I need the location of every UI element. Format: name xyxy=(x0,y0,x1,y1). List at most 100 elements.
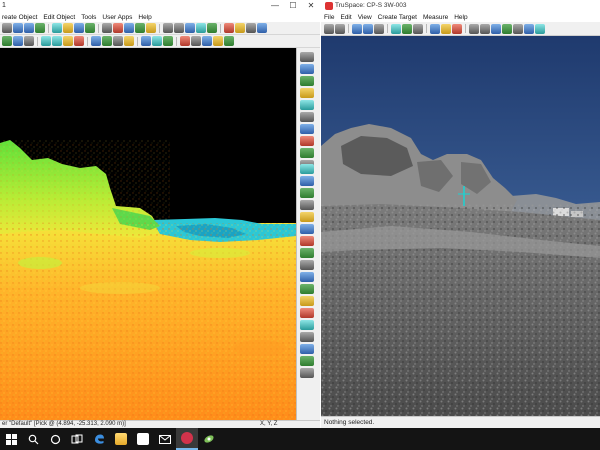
side-toolbar-button[interactable] xyxy=(300,64,314,74)
side-toolbar-button[interactable] xyxy=(300,124,314,134)
toolbar-button[interactable] xyxy=(113,23,123,33)
toolbar-button[interactable] xyxy=(246,23,256,33)
file-explorer-icon[interactable] xyxy=(110,428,132,450)
side-toolbar-button[interactable] xyxy=(300,236,314,246)
menu-view[interactable]: View xyxy=(358,14,372,21)
toolbar-button[interactable] xyxy=(185,23,195,33)
menu-help[interactable]: Help xyxy=(138,14,151,21)
side-toolbar-button[interactable] xyxy=(300,188,314,198)
toolbar-button[interactable] xyxy=(152,36,162,46)
side-toolbar-button[interactable] xyxy=(300,344,314,354)
toolbar-button[interactable] xyxy=(163,23,173,33)
toolbar-button[interactable] xyxy=(174,23,184,33)
toolbar-button[interactable] xyxy=(102,23,112,33)
select-arrow-icon[interactable] xyxy=(469,23,479,34)
toolbar-button[interactable] xyxy=(74,36,84,46)
side-toolbar-button[interactable] xyxy=(300,356,314,366)
menu-edit-object[interactable]: Edit Object xyxy=(43,14,75,21)
close-button[interactable]: ✕ xyxy=(302,0,320,12)
toolbar-button[interactable] xyxy=(2,23,12,33)
toolbar-button[interactable] xyxy=(124,36,134,46)
search-icon[interactable] xyxy=(22,428,44,450)
toolbar-button[interactable] xyxy=(513,23,523,34)
side-toolbar-button[interactable] xyxy=(300,320,314,330)
toolbar-button[interactable] xyxy=(480,23,490,34)
side-toolbar-button[interactable] xyxy=(300,248,314,258)
toolbar-button[interactable] xyxy=(124,23,134,33)
maximize-button[interactable]: ☐ xyxy=(284,0,302,12)
toolbar-button[interactable] xyxy=(63,23,73,33)
toolbar-button[interactable] xyxy=(35,23,45,33)
toolbar-button[interactable] xyxy=(207,23,217,33)
redo-icon[interactable] xyxy=(335,23,345,34)
toolbar-button[interactable] xyxy=(52,23,62,33)
side-toolbar-button[interactable] xyxy=(300,368,314,378)
toolbar-button[interactable] xyxy=(13,23,23,33)
toolbar-button[interactable] xyxy=(74,23,84,33)
side-toolbar-button[interactable] xyxy=(300,76,314,86)
side-toolbar-button[interactable] xyxy=(300,164,314,174)
undo-icon[interactable] xyxy=(324,23,334,34)
toolbar-button[interactable] xyxy=(535,23,545,34)
menu-user-apps[interactable]: User Apps xyxy=(102,14,132,21)
side-toolbar-button[interactable] xyxy=(300,136,314,146)
cortana-icon[interactable] xyxy=(44,428,66,450)
toolbar-button[interactable] xyxy=(85,23,95,33)
point-cloud-viewport[interactable] xyxy=(0,48,296,420)
toolbar-button[interactable] xyxy=(41,36,51,46)
toolbar-button[interactable] xyxy=(391,23,401,34)
menu-tools[interactable]: Tools xyxy=(81,14,96,21)
toolbar-button[interactable] xyxy=(374,23,384,34)
toolbar-button[interactable] xyxy=(2,36,12,46)
toolbar-button[interactable] xyxy=(413,23,423,34)
toolbar-button[interactable] xyxy=(180,36,190,46)
toolbar-button[interactable] xyxy=(430,23,440,34)
toolbar-button[interactable] xyxy=(257,23,267,33)
side-toolbar-button[interactable] xyxy=(300,148,314,158)
panorama-viewport[interactable] xyxy=(321,36,600,416)
toolbar-button[interactable] xyxy=(524,23,534,34)
side-toolbar-button[interactable] xyxy=(300,52,314,62)
toolbar-button[interactable] xyxy=(235,23,245,33)
side-toolbar-button[interactable] xyxy=(300,212,314,222)
trimble-app-icon[interactable] xyxy=(198,428,220,450)
toolbar-button[interactable] xyxy=(213,36,223,46)
toolbar-button[interactable] xyxy=(163,36,173,46)
toolbar-button[interactable] xyxy=(224,36,234,46)
side-toolbar-button[interactable] xyxy=(300,224,314,234)
toolbar-button[interactable] xyxy=(491,23,501,34)
toolbar-button[interactable] xyxy=(13,36,23,46)
minimize-button[interactable]: — xyxy=(266,0,284,12)
side-toolbar-button[interactable] xyxy=(300,112,314,122)
mail-icon[interactable] xyxy=(154,428,176,450)
toolbar-button[interactable] xyxy=(135,23,145,33)
menu-file[interactable]: File xyxy=(324,14,334,21)
toolbar-button[interactable] xyxy=(24,23,34,33)
task-view-icon[interactable] xyxy=(66,428,88,450)
menu-edit[interactable]: Edit xyxy=(340,14,351,21)
toolbar-button[interactable] xyxy=(224,23,234,33)
side-toolbar-button[interactable] xyxy=(300,332,314,342)
menu-create-target[interactable]: Create Target xyxy=(378,14,417,21)
edge-icon[interactable] xyxy=(88,428,110,450)
toolbar-button[interactable] xyxy=(441,23,451,34)
toolbar-button[interactable] xyxy=(113,36,123,46)
toolbar-button[interactable] xyxy=(52,36,62,46)
side-toolbar-button[interactable] xyxy=(300,176,314,186)
side-toolbar-button[interactable] xyxy=(300,284,314,294)
toolbar-button[interactable] xyxy=(91,36,101,46)
menu-create-object[interactable]: reate Object xyxy=(2,14,37,21)
side-toolbar-button[interactable] xyxy=(300,296,314,306)
toolbar-button[interactable] xyxy=(191,36,201,46)
side-toolbar-button[interactable] xyxy=(300,88,314,98)
side-toolbar-button[interactable] xyxy=(300,272,314,282)
side-toolbar-button[interactable] xyxy=(300,100,314,110)
menu-measure[interactable]: Measure xyxy=(423,14,448,21)
store-icon[interactable] xyxy=(132,428,154,450)
side-toolbar-button[interactable] xyxy=(300,260,314,270)
toolbar-button[interactable] xyxy=(146,23,156,33)
toolbar-button[interactable] xyxy=(102,36,112,46)
toolbar-button[interactable] xyxy=(202,36,212,46)
windows-start-icon[interactable] xyxy=(0,428,22,450)
toolbar-button[interactable] xyxy=(502,23,512,34)
